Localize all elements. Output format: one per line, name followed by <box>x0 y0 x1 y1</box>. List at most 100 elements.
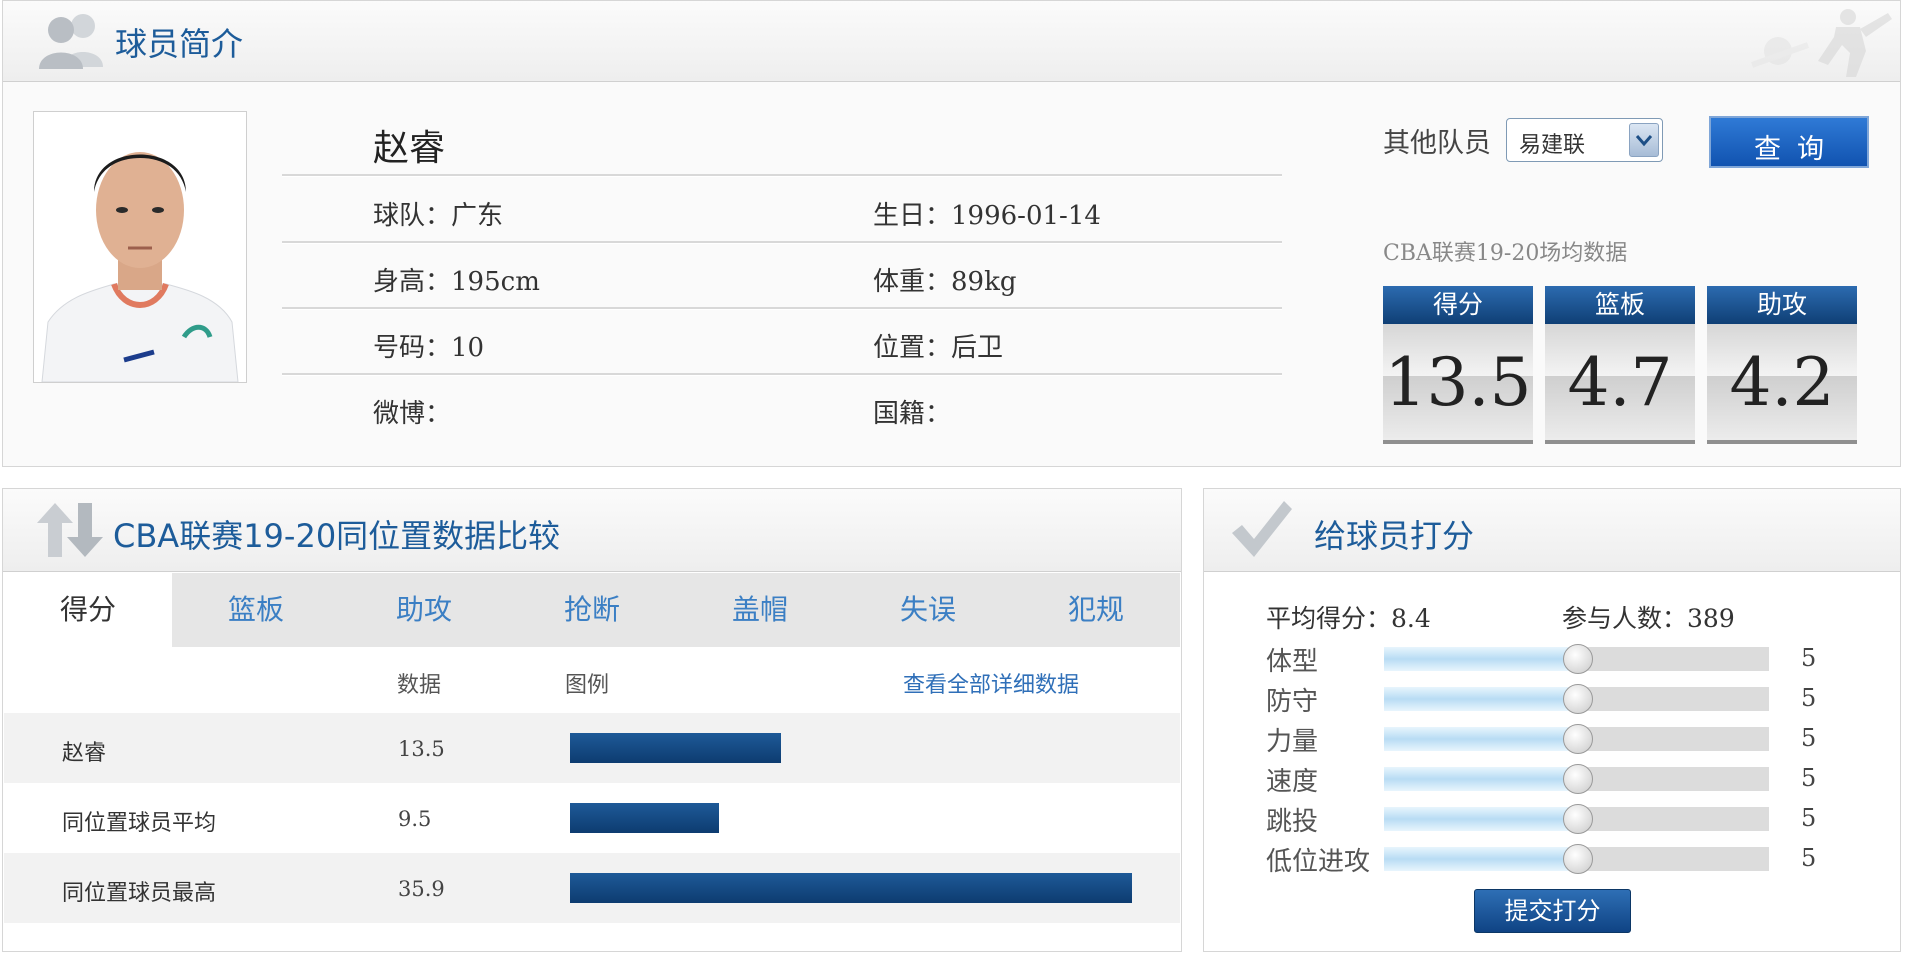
data-column-header: 数据 <box>397 673 442 698</box>
view-all-details-link[interactable]: 查看全部详细数据 <box>903 667 1079 699</box>
comparison-bar <box>570 803 719 833</box>
rating-label: 跳投 <box>1266 807 1319 837</box>
slider-handle[interactable] <box>1563 644 1593 674</box>
player-profile-panel: 球员简介 赵睿 球队：广东 生日：1996-01-14 身高：195cm 体重：… <box>2 0 1901 467</box>
rating-slider[interactable] <box>1384 804 1769 834</box>
player-name: 赵睿 <box>373 128 446 169</box>
participant-count-label: 参与人数： <box>1562 604 1688 633</box>
tab-assists[interactable]: 助攻 <box>340 573 508 647</box>
tab-rebounds[interactable]: 篮板 <box>172 573 340 647</box>
nationality-label: 国籍： <box>873 399 952 429</box>
rating-label: 速度 <box>1266 767 1319 797</box>
birth-value: 1996-01-14 <box>951 201 1101 231</box>
rating-value: 5 <box>1801 844 1817 872</box>
position-info: 位置：后卫 <box>873 327 1003 364</box>
slider-fill <box>1384 767 1577 791</box>
slider-fill <box>1384 727 1577 751</box>
average-score: 平均得分：8.4 <box>1266 599 1431 635</box>
position-value: 后卫 <box>951 333 1004 363</box>
nationality-info: 国籍： <box>873 393 951 430</box>
table-row: 赵睿 13.5 <box>4 713 1180 783</box>
height-label: 身高： <box>373 267 452 297</box>
tab-points[interactable]: 得分 <box>4 573 172 647</box>
slider-fill <box>1384 647 1577 671</box>
comparison-bar <box>570 873 1132 903</box>
slider-handle[interactable] <box>1563 724 1593 754</box>
legend-column-header: 图例 <box>565 673 610 698</box>
rating-header: 给球员打分 <box>1204 489 1900 572</box>
rating-value: 5 <box>1801 724 1817 752</box>
number-info: 号码：10 <box>373 327 484 364</box>
weibo-label: 微博： <box>373 399 452 429</box>
stat-body: 13.5 <box>1383 324 1533 444</box>
player-photo <box>33 111 247 383</box>
row-value: 13.5 <box>398 737 445 761</box>
birth-info: 生日：1996-01-14 <box>873 195 1101 232</box>
sort-arrows-icon <box>37 503 103 561</box>
rating-slider[interactable] <box>1384 644 1769 674</box>
rating-slider[interactable] <box>1384 764 1769 794</box>
divider <box>282 373 1282 376</box>
comparison-bar <box>570 733 781 763</box>
season-average-label: CBA联赛19-20场均数据 <box>1383 241 1628 266</box>
submit-rating-button[interactable]: 提交打分 <box>1474 889 1631 933</box>
stat-label: 得分 <box>1383 286 1533 324</box>
player-select[interactable]: 易建联 <box>1506 118 1663 162</box>
slider-handle[interactable] <box>1563 804 1593 834</box>
stat-value: 13.5 <box>1384 344 1532 421</box>
slider-handle[interactable] <box>1563 764 1593 794</box>
slider-handle[interactable] <box>1563 684 1593 714</box>
stat-body: 4.7 <box>1545 324 1695 444</box>
weight-label: 体重： <box>873 267 952 297</box>
row-value: 9.5 <box>398 807 432 831</box>
other-players-label: 其他队员 <box>1383 128 1491 159</box>
divider <box>282 174 1282 177</box>
rating-slider[interactable] <box>1384 724 1769 754</box>
participant-count-value: 389 <box>1687 604 1735 633</box>
number-value: 10 <box>451 333 485 363</box>
height-info: 身高：195cm <box>373 261 540 298</box>
profile-title: 球员简介 <box>115 25 244 63</box>
number-label: 号码： <box>373 333 452 363</box>
stat-tabs: 得分 篮板 助攻 抢断 盖帽 失误 犯规 <box>4 573 1180 647</box>
slider-handle[interactable] <box>1563 844 1593 874</box>
participant-count: 参与人数：389 <box>1562 599 1735 635</box>
divider <box>282 241 1282 244</box>
stat-body: 4.2 <box>1707 324 1857 444</box>
chevron-down-icon[interactable] <box>1629 123 1659 157</box>
rating-value: 5 <box>1801 764 1817 792</box>
rating-value: 5 <box>1801 644 1817 672</box>
player-select-value: 易建联 <box>1519 133 1586 158</box>
query-button-label: 查询 <box>1754 134 1840 165</box>
player-rating-panel: 给球员打分 平均得分：8.4 参与人数：389 体型 5 防守 5 力量 5 速… <box>1203 488 1901 952</box>
tab-turnovers[interactable]: 失误 <box>844 573 1012 647</box>
position-label: 位置： <box>873 333 952 363</box>
stat-label: 助攻 <box>1707 286 1857 324</box>
rating-slider[interactable] <box>1384 684 1769 714</box>
compare-title: CBA联赛19-20同位置数据比较 <box>113 517 561 555</box>
tab-blocks[interactable]: 盖帽 <box>676 573 844 647</box>
slider-fill <box>1384 807 1577 831</box>
table-row: 同位置球员最高 35.9 <box>4 853 1180 923</box>
stat-card-rebounds: 篮板 4.7 <box>1545 286 1695 446</box>
tab-steals[interactable]: 抢断 <box>508 573 676 647</box>
rating-label: 体型 <box>1266 647 1319 677</box>
slider-fill <box>1384 687 1577 711</box>
average-score-label: 平均得分： <box>1266 604 1392 633</box>
stat-value: 4.7 <box>1567 344 1673 421</box>
divider <box>282 307 1282 310</box>
birth-label: 生日： <box>873 201 952 231</box>
stat-card-assists: 助攻 4.2 <box>1707 286 1857 446</box>
rating-slider[interactable] <box>1384 844 1769 874</box>
query-button[interactable]: 查询 <box>1709 116 1869 168</box>
compare-header: CBA联赛19-20同位置数据比较 <box>3 489 1181 572</box>
tab-fouls[interactable]: 犯规 <box>1012 573 1180 647</box>
basketball-player-icon <box>1748 5 1898 83</box>
slider-fill <box>1384 847 1577 871</box>
table-row: 同位置球员平均 9.5 <box>4 783 1180 853</box>
row-name: 同位置球员最高 <box>62 881 217 906</box>
rating-title: 给球员打分 <box>1314 517 1475 555</box>
profile-header: 球员简介 <box>3 1 1900 82</box>
team-value: 广东 <box>451 201 504 231</box>
average-score-value: 8.4 <box>1391 604 1431 633</box>
